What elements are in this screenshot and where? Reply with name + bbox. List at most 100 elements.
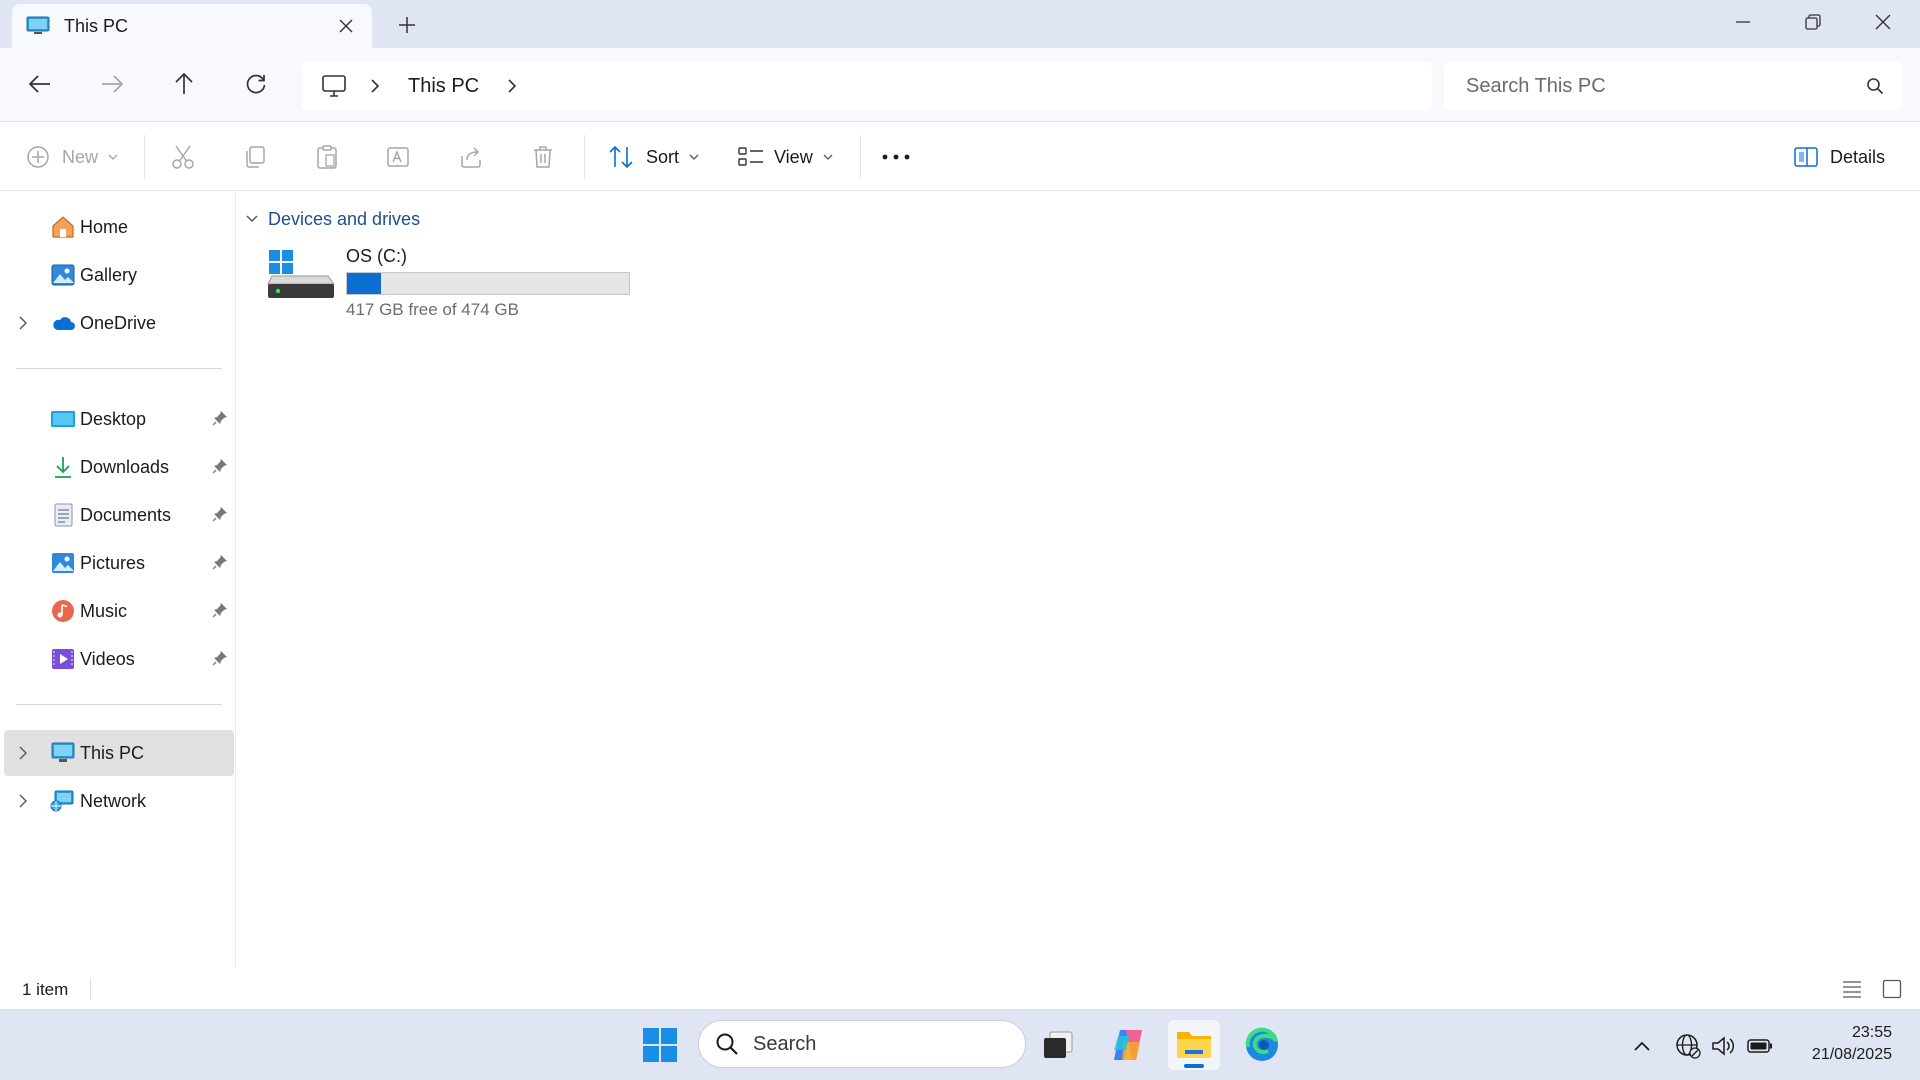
paste-button[interactable] xyxy=(314,135,340,179)
sidebar-item-home[interactable]: Home xyxy=(4,204,234,250)
monitor-outline-icon[interactable] xyxy=(322,75,346,97)
sidebar-item-videos[interactable]: Videos xyxy=(4,636,234,682)
breadcrumb-this-pc[interactable]: This PC xyxy=(408,75,479,98)
desktop-folder-icon xyxy=(50,407,76,431)
up-button[interactable] xyxy=(164,64,204,104)
task-view-button[interactable] xyxy=(1032,1020,1084,1070)
close-icon xyxy=(1875,14,1891,30)
new-label: New xyxy=(62,146,99,167)
sidebar-item-desktop[interactable]: Desktop xyxy=(4,396,234,442)
windows-start-icon xyxy=(643,1028,677,1062)
minimize-button[interactable] xyxy=(1708,0,1778,44)
sidebar-item-documents[interactable]: Documents xyxy=(4,492,234,538)
sidebar-item-gallery[interactable]: Gallery xyxy=(4,252,234,298)
breadcrumb-chevron-icon[interactable] xyxy=(507,78,517,94)
pin-icon[interactable] xyxy=(212,410,228,426)
share-button[interactable] xyxy=(458,135,484,179)
drive-os-c[interactable]: OS (C:) 417 GB free of 474 GB xyxy=(266,240,636,330)
chevron-down-icon xyxy=(823,154,833,161)
hard-drive-icon xyxy=(266,246,336,302)
start-button[interactable] xyxy=(634,1020,686,1070)
item-count: 1 item xyxy=(22,980,69,999)
pin-icon[interactable] xyxy=(212,554,228,570)
file-explorer-button[interactable] xyxy=(1168,1020,1220,1070)
volume-button[interactable] xyxy=(1710,1032,1738,1060)
edge-button[interactable] xyxy=(1236,1020,1288,1070)
search-placeholder: Search This PC xyxy=(1466,74,1606,97)
network-icon xyxy=(50,789,76,813)
drive-free-space: 417 GB free of 474 GB xyxy=(346,300,519,319)
refresh-button[interactable] xyxy=(236,64,276,104)
cut-button[interactable] xyxy=(170,135,196,179)
chevron-down-icon xyxy=(108,154,118,161)
edge-icon xyxy=(1245,1027,1278,1061)
tray-overflow-button[interactable] xyxy=(1628,1032,1656,1060)
sidebar-item-label: Downloads xyxy=(80,457,170,477)
sidebar-item-music[interactable]: Music xyxy=(4,588,234,634)
paste-icon xyxy=(317,145,337,169)
view-button[interactable]: View xyxy=(738,135,833,179)
new-tab-button[interactable] xyxy=(392,10,422,40)
address-bar[interactable]: This PC xyxy=(302,62,1432,110)
refresh-icon xyxy=(246,74,266,94)
more-icon xyxy=(882,154,910,160)
chevron-right-icon[interactable] xyxy=(18,315,28,331)
forward-button[interactable] xyxy=(92,64,132,104)
sidebar-item-this-pc[interactable]: This PC xyxy=(4,730,234,776)
sort-button[interactable]: Sort xyxy=(608,135,699,179)
sidebar-item-pictures[interactable]: Pictures xyxy=(4,540,234,586)
drive-usage-bar xyxy=(346,272,630,295)
restore-button[interactable] xyxy=(1778,0,1848,44)
rename-button[interactable] xyxy=(386,135,412,179)
sidebar-item-network[interactable]: Network xyxy=(4,778,234,824)
pin-icon[interactable] xyxy=(212,602,228,618)
back-button[interactable] xyxy=(20,64,60,104)
details-view-button[interactable] xyxy=(1842,980,1862,998)
delete-button[interactable] xyxy=(530,135,556,179)
taskbar-search[interactable]: Search xyxy=(698,1020,1026,1068)
network-status-button[interactable] xyxy=(1674,1032,1702,1060)
pin-icon[interactable] xyxy=(212,458,228,474)
sort-icon xyxy=(608,145,634,169)
chevron-down-icon xyxy=(689,154,699,161)
copilot-button[interactable] xyxy=(1102,1020,1154,1070)
chevron-right-icon[interactable] xyxy=(18,793,28,809)
volume-icon xyxy=(1712,1036,1735,1056)
search-icon xyxy=(715,1032,739,1056)
pin-icon[interactable] xyxy=(212,650,228,666)
file-explorer-icon xyxy=(1177,1032,1211,1058)
search-input[interactable]: Search This PC xyxy=(1444,62,1902,110)
tab-this-pc[interactable]: This PC xyxy=(12,4,372,48)
pin-icon[interactable] xyxy=(212,506,228,522)
more-options-button[interactable] xyxy=(882,135,910,179)
breadcrumb-chevron-icon[interactable] xyxy=(370,78,380,94)
taskbar: Search 23:55 21/08/2025 xyxy=(0,1010,1920,1080)
close-icon xyxy=(339,19,353,33)
sidebar-item-onedrive[interactable]: OneDrive xyxy=(4,300,234,346)
tiles-view-button[interactable] xyxy=(1882,979,1902,999)
view-label: View xyxy=(774,146,813,167)
sidebar-item-label: Music xyxy=(80,601,128,621)
arrow-up-icon xyxy=(175,73,193,94)
sidebar-item-downloads[interactable]: Downloads xyxy=(4,444,234,490)
new-button[interactable]: New xyxy=(26,135,118,179)
chevron-down-icon[interactable] xyxy=(246,215,258,223)
tab-close-button[interactable] xyxy=(332,12,360,40)
sidebar-item-label: Pictures xyxy=(80,553,146,573)
trash-icon xyxy=(534,146,552,168)
monitor-icon xyxy=(50,741,76,765)
sidebar-item-label: Documents xyxy=(80,505,172,525)
restore-icon xyxy=(1805,14,1821,30)
sidebar-item-label: This PC xyxy=(80,743,145,763)
sidebar-divider xyxy=(16,704,222,705)
chevron-right-icon[interactable] xyxy=(18,745,28,761)
copy-button[interactable] xyxy=(242,135,268,179)
group-header-devices-and-drives[interactable]: Devices and drives xyxy=(246,206,420,232)
scissors-icon xyxy=(172,145,194,169)
battery-button[interactable] xyxy=(1746,1032,1774,1060)
sidebar-divider xyxy=(16,368,222,369)
details-pane-button[interactable]: Details xyxy=(1794,135,1885,179)
close-window-button[interactable] xyxy=(1848,0,1918,44)
documents-icon xyxy=(50,503,76,527)
clock[interactable]: 23:55 21/08/2025 xyxy=(1812,1022,1892,1066)
